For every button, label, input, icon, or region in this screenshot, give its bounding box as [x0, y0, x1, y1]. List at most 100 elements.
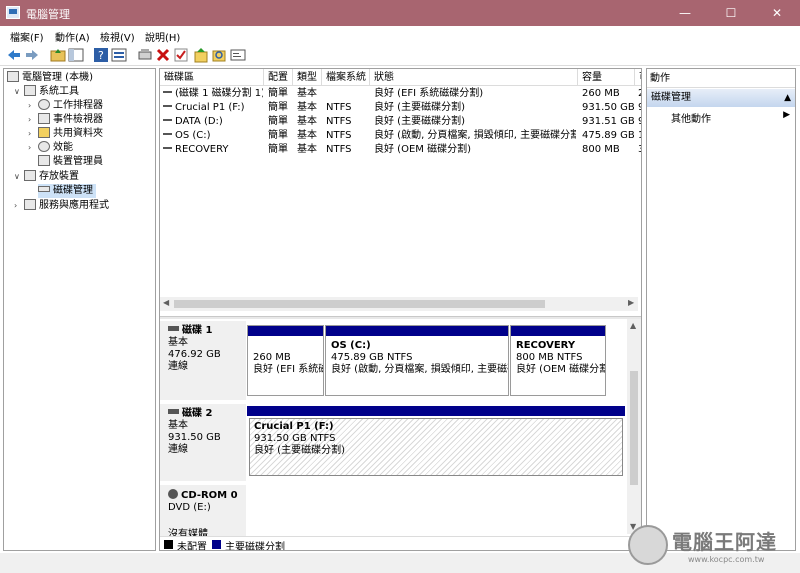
forward-arrow-icon[interactable]	[24, 47, 40, 63]
chevron-right-icon[interactable]: ▶	[783, 110, 790, 120]
up-folder-icon[interactable]	[50, 47, 66, 63]
disk-icon	[168, 326, 179, 331]
actions-section-disk-management[interactable]: 磁碟管理 ▲	[647, 89, 795, 107]
cdrom-label[interactable]: CD-ROM 0 DVD (E:) 沒有媒體	[160, 485, 246, 540]
delete-icon[interactable]	[155, 47, 171, 63]
cell-layout: 簡單	[268, 102, 288, 113]
table-row[interactable]: RECOVERY 簡單 基本 NTFS 良好 (OEM 磁碟分割) 800 MB…	[160, 143, 641, 157]
check-icon[interactable]	[173, 47, 189, 63]
table-row[interactable]: (磁碟 1 磁碟分割 1) 簡單 基本 良好 (EFI 系統磁碟分割) 260 …	[160, 87, 641, 101]
scroll-thumb[interactable]	[174, 300, 545, 308]
show-hide-tree-icon[interactable]	[68, 47, 84, 63]
cell-layout: 簡單	[268, 144, 288, 155]
cell-filesystem: NTFS	[326, 102, 352, 113]
cell-filesystem: NTFS	[326, 144, 352, 155]
col-free[interactable]: 可	[635, 69, 641, 86]
chevron-right-icon[interactable]: ›	[28, 99, 31, 113]
partition-status: 良好 (OEM 磁碟分割	[516, 364, 606, 375]
menu-file[interactable]: 檔案(F)	[10, 29, 44, 44]
col-volume[interactable]: 磁碟區	[160, 69, 264, 86]
chevron-down-icon[interactable]: ∨	[14, 170, 20, 184]
scroll-left-icon[interactable]: ◀	[163, 298, 169, 307]
col-status[interactable]: 狀態	[370, 69, 578, 86]
services-icon	[24, 199, 36, 210]
cell-free: 9	[638, 101, 641, 115]
cell-layout: 簡單	[268, 130, 288, 141]
table-row[interactable]: OS (C:) 簡單 基本 NTFS 良好 (啟動, 分頁檔案, 損毀傾印, 主…	[160, 129, 641, 143]
disk-map-vscrollbar[interactable]: ▲ ▼	[627, 319, 641, 534]
disk-1-label[interactable]: 磁碟 1 基本 476.92 GB 連線	[160, 321, 246, 400]
cell-volume: RECOVERY	[175, 144, 229, 155]
col-capacity[interactable]: 容量	[578, 69, 635, 86]
partition-bar	[248, 326, 323, 336]
export-icon[interactable]	[230, 47, 246, 63]
window-title: 電腦管理	[26, 8, 70, 21]
disk-management-pane: 磁碟區 配置 類型 檔案系統 狀態 容量 可 (磁碟 1 磁碟分割 1) 簡單 …	[159, 68, 642, 551]
partition-os-c[interactable]: OS (C:) 475.89 GB NTFS 良好 (啟動, 分頁檔案, 損毀傾…	[325, 325, 509, 396]
connect-icon[interactable]	[137, 47, 153, 63]
partition-size: 931.50 GB NTFS	[254, 433, 336, 444]
tree-item-services-apps[interactable]: › 服務與應用程式	[14, 199, 109, 213]
disk-icon	[168, 409, 179, 414]
tree-item-device-manager[interactable]: 裝置管理員	[38, 155, 103, 169]
chevron-right-icon[interactable]: ›	[28, 141, 31, 155]
chevron-right-icon[interactable]: ›	[14, 199, 17, 213]
cell-volume: OS (C:)	[175, 130, 211, 141]
refresh-icon[interactable]	[193, 47, 209, 63]
volume-icon	[163, 105, 172, 107]
back-arrow-icon[interactable]	[6, 47, 22, 63]
volume-list-hscrollbar[interactable]: ◀ ▶	[160, 297, 638, 311]
partition-recovery[interactable]: RECOVERY 800 MB NTFS 良好 (OEM 磁碟分割	[510, 325, 606, 396]
partition-crucial-f[interactable]: Crucial P1 (F:) 931.50 GB NTFS 良好 (主要磁碟分…	[247, 406, 625, 479]
partition-size: 260 MB	[253, 352, 291, 363]
properties-icon[interactable]	[111, 47, 127, 63]
menu-action[interactable]: 動作(A)	[55, 29, 90, 44]
tree-item-shared-folders[interactable]: › 共用資料夾	[28, 127, 103, 141]
title-bar: 電腦管理 — ☐ ✕	[0, 0, 800, 26]
disk-2-label[interactable]: 磁碟 2 基本 931.50 GB 連線	[160, 404, 246, 481]
scroll-thumb[interactable]	[630, 371, 638, 485]
scroll-up-icon[interactable]: ▲	[630, 321, 636, 330]
tree-item-disk-management[interactable]: 磁碟管理	[38, 184, 96, 198]
close-button[interactable]: ✕	[754, 0, 800, 26]
help-icon[interactable]: ?	[93, 47, 109, 63]
col-layout[interactable]: 配置	[264, 69, 293, 86]
cell-layout: 簡單	[268, 116, 288, 127]
partition-efi[interactable]: 260 MB 良好 (EFI 系統磁	[247, 325, 324, 396]
collapse-icon[interactable]: ▲	[784, 89, 791, 107]
tree-item-task-scheduler[interactable]: › 工作排程器	[28, 99, 103, 113]
tree-item-performance[interactable]: › 效能	[28, 141, 73, 155]
partition-bar	[247, 406, 625, 416]
maximize-button[interactable]: ☐	[708, 0, 754, 26]
shared-folder-icon	[38, 127, 50, 138]
search-icon[interactable]	[211, 47, 227, 63]
tree-item-event-viewer[interactable]: › 事件檢視器	[28, 113, 103, 127]
disk-state: 連線	[168, 361, 188, 372]
menu-view[interactable]: 檢視(V)	[100, 29, 135, 44]
tree-item-system-tools[interactable]: ∨ 系統工具	[14, 85, 79, 99]
chevron-right-icon[interactable]: ›	[28, 127, 31, 141]
more-actions[interactable]: 其他動作	[671, 110, 711, 125]
tree-item-storage[interactable]: ∨ 存放裝置	[14, 170, 79, 184]
chevron-down-icon[interactable]: ∨	[14, 85, 20, 99]
cell-capacity: 260 MB	[582, 88, 620, 99]
tree-label: 工作排程器	[53, 100, 103, 111]
legend-primary-swatch	[212, 540, 221, 549]
col-type[interactable]: 類型	[293, 69, 322, 86]
table-row[interactable]: DATA (D:) 簡單 基本 NTFS 良好 (主要磁碟分割) 931.51 …	[160, 115, 641, 129]
pane-splitter[interactable]	[160, 316, 641, 319]
cell-capacity: 931.51 GB	[582, 116, 635, 127]
scroll-right-icon[interactable]: ▶	[628, 298, 634, 307]
tree-item-computer-management[interactable]: 電腦管理 (本機)	[7, 71, 93, 85]
table-row[interactable]: Crucial P1 (F:) 簡單 基本 NTFS 良好 (主要磁碟分割) 9…	[160, 101, 641, 115]
tree-label: 電腦管理 (本機)	[22, 72, 93, 83]
disk-size: 931.50 GB	[168, 432, 221, 443]
menu-help[interactable]: 說明(H)	[145, 29, 180, 44]
partition-status: 良好 (啟動, 分頁檔案, 損毀傾印, 主要磁碟	[331, 364, 509, 375]
legend-unallocated: 未配置	[177, 542, 207, 551]
chevron-right-icon[interactable]: ›	[28, 113, 31, 127]
computer-management-icon	[6, 6, 20, 19]
minimize-button[interactable]: —	[662, 0, 708, 26]
col-filesystem[interactable]: 檔案系統	[322, 69, 370, 86]
cell-status: 良好 (主要磁碟分割)	[374, 116, 465, 127]
